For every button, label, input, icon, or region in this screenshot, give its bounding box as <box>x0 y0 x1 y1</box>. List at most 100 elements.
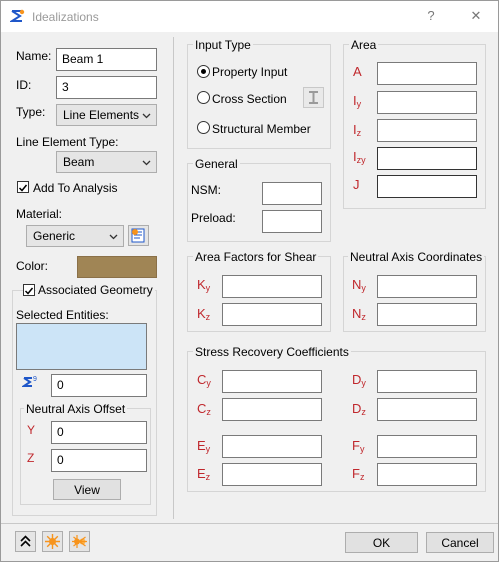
idealizations-dialog: Idealizations ? ✕ Name: Beam 1 ID: 3 Typ… <box>0 0 499 562</box>
stress-ey-field[interactable] <box>222 435 322 458</box>
chevron-down-icon <box>109 234 118 240</box>
coord-label-nz: Nz <box>352 306 366 322</box>
neutral-axis-coords-title: Neutral Axis Coordinates <box>348 250 485 264</box>
add-idealization-button[interactable] <box>42 531 63 552</box>
preload-label: Preload: <box>191 211 236 225</box>
neutral-axis-offset-title: Neutral Axis Offset <box>24 402 128 416</box>
material-label: Material: <box>16 207 63 221</box>
window-title: Idealizations <box>32 10 99 24</box>
preload-field[interactable] <box>262 210 322 233</box>
structural-member-radio[interactable] <box>197 121 210 134</box>
selected-entities-list[interactable] <box>16 323 147 370</box>
footer-divider <box>1 523 498 524</box>
entity-count-field[interactable]: 0 <box>51 374 147 397</box>
area-label-a: A <box>353 64 362 79</box>
shear-ky-field[interactable] <box>222 275 322 298</box>
property-input-label: Property Input <box>212 65 288 79</box>
stress-cz-field[interactable] <box>222 398 322 421</box>
type-select[interactable]: Line Elements <box>56 104 157 126</box>
area-factors-title: Area Factors for Shear <box>193 250 319 264</box>
shear-kz-field[interactable] <box>222 303 322 326</box>
color-swatch[interactable] <box>77 256 157 278</box>
i-beam-icon <box>309 91 318 104</box>
cancel-button[interactable]: Cancel <box>426 532 494 553</box>
material-select-value: Generic <box>33 229 76 243</box>
stress-recovery-title: Stress Recovery Coefficients <box>193 345 351 359</box>
id-label: ID: <box>16 78 32 92</box>
add-multiple-button[interactable] <box>69 531 90 552</box>
line-element-type-select[interactable]: Beam <box>56 151 157 173</box>
stress-label-fz: Fz <box>352 466 365 482</box>
area-label-izy: Izy <box>353 149 366 165</box>
stress-fy-field[interactable] <box>377 435 477 458</box>
structural-member-label: Structural Member <box>212 122 311 136</box>
area-label-j: J <box>353 177 360 192</box>
ok-button[interactable]: OK <box>345 532 418 553</box>
coord-label-ny: Ny <box>352 277 366 293</box>
collapse-button[interactable] <box>15 531 36 552</box>
close-button[interactable]: ✕ <box>465 7 487 25</box>
stress-label-cy: Cy <box>197 372 211 388</box>
stress-label-ez: Ez <box>197 466 211 482</box>
entity-select-icon[interactable]: 9 <box>20 374 40 390</box>
stress-ez-field[interactable] <box>222 463 322 486</box>
id-field[interactable]: 3 <box>56 76 157 99</box>
offset-z-field[interactable]: 0 <box>51 449 147 472</box>
cross-section-label: Cross Section <box>212 92 287 106</box>
property-input-radio[interactable] <box>197 65 210 78</box>
stress-label-dz: Dz <box>352 401 366 417</box>
coord-ny-field[interactable] <box>377 275 477 298</box>
shear-label-kz: Kz <box>197 306 211 322</box>
line-element-type-label: Line Element Type: <box>16 135 119 149</box>
stress-fz-field[interactable] <box>377 463 477 486</box>
type-label: Type: <box>16 105 46 119</box>
double-chevron-up-icon <box>20 535 31 547</box>
stress-label-cz: Cz <box>197 401 211 417</box>
general-title: General <box>193 157 240 171</box>
column-divider <box>173 37 174 519</box>
checkmark-icon <box>18 184 28 192</box>
area-izy-field[interactable] <box>377 147 477 170</box>
chevron-down-icon <box>142 160 151 166</box>
multi-starburst-icon <box>72 535 87 548</box>
nsm-field[interactable] <box>262 182 322 205</box>
chevron-down-icon <box>142 113 151 119</box>
area-a-field[interactable] <box>377 62 477 85</box>
add-to-analysis-checkbox[interactable] <box>17 181 29 193</box>
offset-y-label: Y <box>27 423 36 437</box>
name-field[interactable]: Beam 1 <box>56 48 157 71</box>
area-iz-field[interactable] <box>377 119 477 142</box>
associated-geometry-checkbox[interactable] <box>23 284 35 296</box>
stress-label-fy: Fy <box>352 438 365 454</box>
stress-label-ey: Ey <box>197 438 211 454</box>
area-title: Area <box>349 38 379 52</box>
stress-dy-field[interactable] <box>377 370 477 393</box>
checkmark-icon <box>24 287 34 295</box>
stress-dz-field[interactable] <box>377 398 477 421</box>
associated-geometry-label: Associated Geometry <box>36 283 155 297</box>
add-to-analysis-label: Add To Analysis <box>33 181 118 195</box>
coord-nz-field[interactable] <box>377 303 477 326</box>
material-browse-button[interactable] <box>128 225 149 246</box>
svg-text:9: 9 <box>33 376 37 383</box>
stress-label-dy: Dy <box>352 372 366 388</box>
nsm-label: NSM: <box>191 183 221 197</box>
material-select[interactable]: Generic <box>26 225 124 247</box>
area-iy-field[interactable] <box>377 91 477 114</box>
shear-label-ky: Ky <box>197 277 211 293</box>
starburst-icon <box>45 534 60 549</box>
view-button[interactable]: View <box>53 479 121 500</box>
name-label: Name: <box>16 49 52 63</box>
color-label: Color: <box>16 259 49 273</box>
cross-section-radio[interactable] <box>197 91 210 104</box>
line-element-type-value: Beam <box>63 155 95 169</box>
stress-cy-field[interactable] <box>222 370 322 393</box>
input-type-title: Input Type <box>193 38 253 52</box>
area-j-field[interactable] <box>377 175 477 198</box>
offset-y-field[interactable]: 0 <box>51 421 147 444</box>
cross-section-browse-button[interactable] <box>303 87 324 108</box>
help-button[interactable]: ? <box>420 7 442 25</box>
area-label-iy: Iy <box>353 93 362 109</box>
type-select-value: Line Elements <box>63 108 140 122</box>
material-library-icon <box>131 228 145 243</box>
